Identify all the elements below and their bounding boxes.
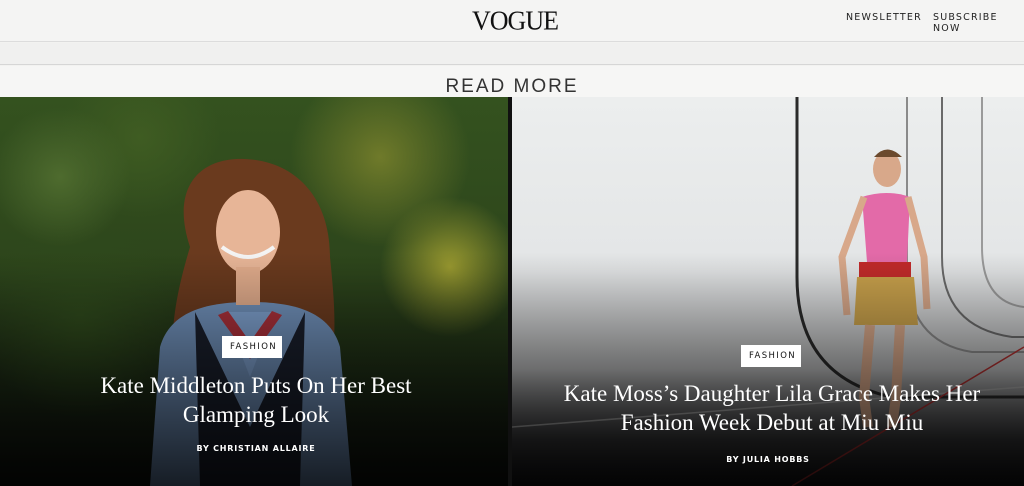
header-strip [0,43,1024,65]
section-title: READ MORE [445,76,579,97]
article-headline[interactable]: Kate Moss’s Daughter Lila Grace Makes He… [562,379,982,437]
category-tag[interactable]: FASHION [222,336,282,358]
article-byline: BY CHRISTIAN ALLAIRE [196,444,316,453]
article-byline: BY JULIA HOBBS [726,455,810,464]
article-card-lila-grace[interactable]: FASHION Kate Moss’s Daughter Lila Grace … [512,97,1024,486]
site-header: VOGUE NEWSLETTER SUBSCRIBE NOW [0,0,1024,42]
screen: VOGUE NEWSLETTER SUBSCRIBE NOW READ MORE… [0,0,1024,486]
newsletter-link[interactable]: NEWSLETTER [846,12,922,23]
category-tag[interactable]: FASHION [741,345,801,367]
vogue-logo[interactable]: VOGUE [470,5,560,37]
subscribe-link[interactable]: SUBSCRIBE NOW [933,12,1024,34]
article-card-kate-middleton[interactable]: FASHION Kate Middleton Puts On Her Best … [0,97,512,486]
article-headline[interactable]: Kate Middleton Puts On Her Best Glamping… [60,371,452,429]
